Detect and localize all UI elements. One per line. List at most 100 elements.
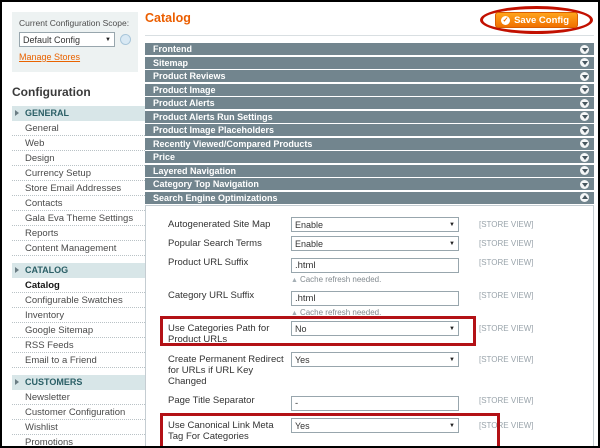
field-label: Use Categories Path for Product URLs: [168, 323, 270, 345]
section-layered-navigation[interactable]: Layered Navigation: [145, 164, 594, 177]
sidebar-title: Configuration: [12, 85, 91, 99]
section-recently-viewed-compared[interactable]: Recently Viewed/Compared Products: [145, 137, 594, 150]
arrow-right-icon: [15, 379, 19, 385]
save-config-button[interactable]: ✓ Save Config: [495, 12, 578, 28]
sidebar-item-email-to-a-friend[interactable]: Email to a Friend: [12, 353, 145, 368]
caution-icon: ▲: [291, 310, 298, 317]
section-product-alerts[interactable]: Product Alerts: [145, 97, 594, 109]
nav-section-general[interactable]: GENERAL: [12, 106, 145, 121]
chevron-down-icon[interactable]: [580, 71, 589, 81]
chevron-down-icon: ▼: [449, 221, 455, 228]
sidebar-item-customer-configuration[interactable]: Customer Configuration: [12, 405, 145, 420]
field-label: Page Title Separator: [168, 395, 255, 406]
sidebar-item-configurable-swatches[interactable]: Configurable Swatches: [12, 293, 145, 308]
form-row-autogenerated-site-map: Autogenerated Site Map Enable ▼ [STORE VI…: [168, 217, 585, 232]
check-icon: ✓: [501, 15, 511, 25]
configuration-scope-box: Current Configuration Scope: Default Con…: [12, 12, 138, 72]
sidebar-item-catalog[interactable]: Catalog: [12, 278, 145, 293]
sidebar-item-contacts[interactable]: Contacts: [12, 196, 145, 211]
category-url-suffix-input[interactable]: [291, 291, 459, 306]
magento-config-page: Current Configuration Scope: Default Con…: [0, 0, 600, 448]
sidebar-item-store-email-addresses[interactable]: Store Email Addresses: [12, 181, 145, 196]
form-row-page-title-separator: Page Title Separator [STORE VIEW]: [168, 393, 585, 411]
highlight-group-canonical: Use Canonical Link Meta Tag For Categori…: [160, 413, 585, 446]
sidebar-item-google-sitemap[interactable]: Google Sitemap: [12, 323, 145, 338]
section-product-reviews[interactable]: Product Reviews: [145, 70, 594, 82]
chevron-down-icon: ▼: [449, 356, 455, 363]
manage-stores-link[interactable]: Manage Stores: [19, 52, 80, 62]
chevron-down-icon[interactable]: [580, 152, 589, 162]
chevron-down-icon[interactable]: [580, 179, 589, 189]
product-url-suffix-input[interactable]: [291, 258, 459, 273]
cache-refresh-note: ▲ Cache refresh needed.: [291, 308, 382, 317]
scope-select-value: Default Config: [23, 34, 81, 45]
scope-badge: [STORE VIEW]: [479, 220, 534, 229]
permanent-redirect-select[interactable]: Yes ▼: [291, 352, 459, 367]
chevron-down-icon[interactable]: [580, 85, 589, 94]
section-price[interactable]: Price: [145, 151, 594, 163]
scope-badge: [STORE VIEW]: [479, 396, 534, 405]
sidebar-item-newsletter[interactable]: Newsletter: [12, 390, 145, 405]
nav-section-customers[interactable]: CUSTOMERS: [12, 375, 145, 390]
sidebar-item-design[interactable]: Design: [12, 151, 145, 166]
section-product-image-placeholders[interactable]: Product Image Placeholders: [145, 124, 594, 136]
cache-refresh-note: ▲ Cache refresh needed.: [291, 275, 382, 284]
autogenerated-site-map-select[interactable]: Enable ▼: [291, 217, 459, 232]
highlight-group-categories-path: Use Categories Path for Product URLs No ▼…: [160, 316, 585, 346]
scope-label: Current Configuration Scope:: [19, 18, 130, 28]
popular-search-terms-select[interactable]: Enable ▼: [291, 236, 459, 251]
sidebar-item-gala-eva-theme-settings[interactable]: Gala Eva Theme Settings: [12, 211, 145, 226]
field-label: Use Canonical Link Meta Tag For Categori…: [168, 420, 274, 442]
section-product-alerts-run-settings[interactable]: Product Alerts Run Settings: [145, 110, 594, 123]
sidebar-item-inventory[interactable]: Inventory: [12, 308, 145, 323]
main-content: Catalog ✓ Save Config Frontend Sitemap P…: [145, 6, 594, 446]
field-label: Product URL Suffix: [168, 257, 249, 268]
field-label: Autogenerated Site Map: [168, 219, 271, 230]
form-row-canonical-categories: Use Canonical Link Meta Tag For Categori…: [168, 418, 585, 442]
arrow-right-icon: [15, 110, 19, 116]
section-product-image[interactable]: Product Image: [145, 83, 594, 96]
section-search-engine-optimizations[interactable]: Search Engine Optimizations: [145, 191, 594, 204]
sidebar-item-reports[interactable]: Reports: [12, 226, 145, 241]
section-sitemap[interactable]: Sitemap: [145, 56, 594, 69]
section-category-top-navigation[interactable]: Category Top Navigation: [145, 178, 594, 190]
chevron-down-icon[interactable]: [580, 44, 589, 54]
chevron-down-icon[interactable]: [580, 58, 589, 67]
section-frontend[interactable]: Frontend: [145, 43, 594, 55]
sidebar: Current Configuration Scope: Default Con…: [12, 12, 145, 446]
header-divider: [145, 35, 594, 36]
scope-badge: [STORE VIEW]: [479, 421, 534, 430]
sidebar-item-web[interactable]: Web: [12, 136, 145, 151]
chevron-down-icon[interactable]: [580, 166, 589, 175]
scope-badge: [STORE VIEW]: [479, 324, 534, 333]
arrow-right-icon: [15, 267, 19, 273]
scope-badge: [STORE VIEW]: [479, 239, 534, 248]
scope-badge: [STORE VIEW]: [479, 258, 534, 267]
scope-badge: [STORE VIEW]: [479, 291, 534, 300]
chevron-down-icon[interactable]: [580, 112, 589, 121]
sidebar-item-content-management[interactable]: Content Management: [12, 241, 145, 256]
chevron-down-icon[interactable]: [580, 98, 589, 108]
chevron-up-icon[interactable]: [580, 193, 589, 202]
page-title-separator-input[interactable]: [291, 396, 459, 411]
chevron-down-icon: ▼: [449, 240, 455, 247]
page-title: Catalog: [145, 11, 191, 25]
sidebar-item-promotions[interactable]: Promotions: [12, 435, 145, 446]
sidebar-item-general[interactable]: General: [12, 121, 145, 136]
sidebar-item-currency-setup[interactable]: Currency Setup: [12, 166, 145, 181]
chevron-down-icon[interactable]: [580, 125, 589, 135]
form-row-popular-search-terms: Popular Search Terms Enable ▼ [STORE VIEW…: [168, 236, 585, 251]
nav-section-catalog[interactable]: CATALOG: [12, 263, 145, 278]
sidebar-item-wishlist[interactable]: Wishlist: [12, 420, 145, 435]
form-row-permanent-redirect: Create Permanent Redirect for URLs if UR…: [168, 352, 585, 387]
caution-icon: ▲: [291, 277, 298, 284]
form-row-use-categories-path: Use Categories Path for Product URLs No ▼…: [168, 321, 585, 345]
form-row-product-url-suffix: Product URL Suffix ▲Cache refresh needed…: [168, 255, 585, 284]
use-categories-path-select[interactable]: No ▼: [291, 321, 459, 336]
form-row-category-url-suffix: Category URL Suffix ▲Cache refresh neede…: [168, 288, 585, 317]
canonical-categories-select[interactable]: Yes ▼: [291, 418, 459, 433]
chevron-down-icon[interactable]: [580, 139, 589, 148]
scope-badge: [STORE VIEW]: [479, 355, 534, 364]
scope-select[interactable]: Default Config ▼: [19, 32, 115, 47]
sidebar-item-rss-feeds[interactable]: RSS Feeds: [12, 338, 145, 353]
